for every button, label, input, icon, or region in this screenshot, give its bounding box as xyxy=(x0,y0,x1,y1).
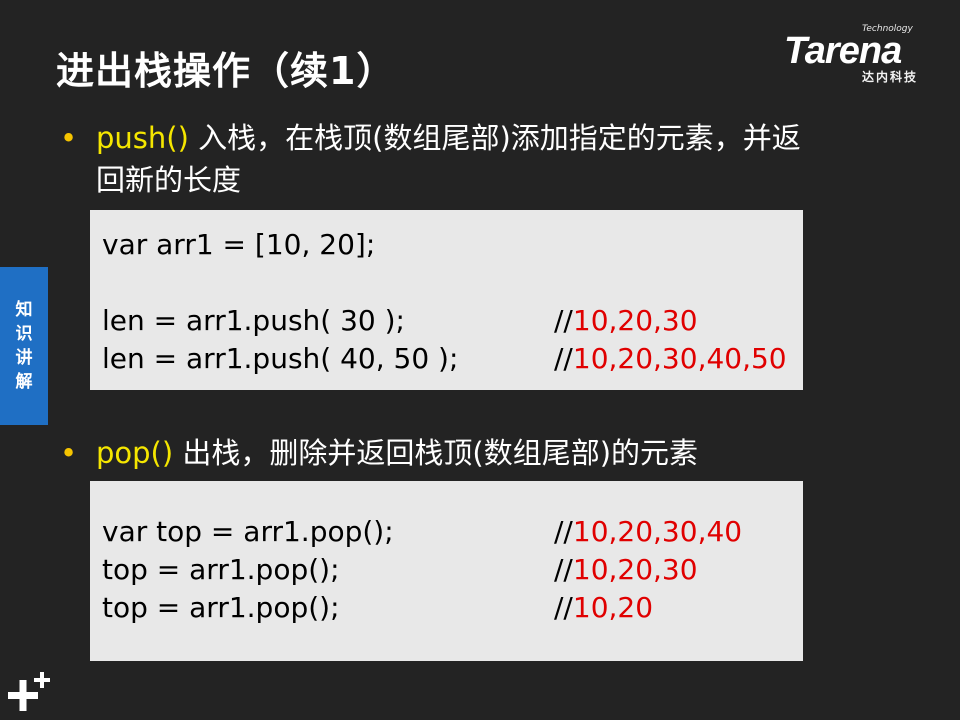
comment-prefix: // xyxy=(554,515,573,548)
comment-value: 10,20 xyxy=(572,591,654,624)
logo-cn-text: 达内科技 xyxy=(862,70,919,84)
code-comment: //10,20,30,40,50 xyxy=(554,340,787,378)
comment-value: 10,20,30,40,50 xyxy=(572,342,787,375)
bullet-pop-text: 出栈，删除并返回栈顶(数组尾部)的元素 xyxy=(173,436,699,470)
code-line: top = arr1.pop(); //10,20 xyxy=(102,589,653,627)
comment-prefix: // xyxy=(554,304,573,337)
comment-value: 10,20,30 xyxy=(572,553,698,586)
code-text: var top = arr1.pop(); xyxy=(102,515,394,548)
logo-brand-text: Tarena xyxy=(784,30,902,72)
comment-prefix: // xyxy=(554,553,573,586)
side-tab-char: 知 xyxy=(15,300,33,320)
code-line: top = arr1.pop(); //10,20,30 xyxy=(102,551,698,589)
side-tab-char: 识 xyxy=(15,324,33,344)
bullet-dot-icon: • xyxy=(60,121,78,155)
comment-prefix: // xyxy=(554,591,573,624)
plus-icon xyxy=(8,672,50,711)
side-tab-char: 讲 xyxy=(15,348,33,368)
bullet-pop: • pop() 出栈，删除并返回栈顶(数组尾部)的元素 xyxy=(60,432,896,474)
code-block-pop: var top = arr1.pop();//10,20,30,40 top =… xyxy=(90,481,803,661)
code-comment: //10,20,30 xyxy=(554,551,698,589)
tarena-logo: Technology Tarena 达内科技 xyxy=(778,24,950,84)
bullet-dot-icon: • xyxy=(60,436,78,470)
code-text: top = arr1.pop(); xyxy=(102,553,340,586)
code-text: var arr1 = [10, 20]; xyxy=(102,228,376,261)
code-line: len = arr1.push( 30 ); //10,20,30 xyxy=(102,302,698,340)
slide-title: 进出栈操作（续1） xyxy=(56,49,396,93)
code-text: len = arr1.push( 30 ); xyxy=(102,304,405,337)
keyword-push: push() xyxy=(96,121,189,155)
code-text: len = arr1.push( 40, 50 ); xyxy=(102,342,459,375)
code-comment: //10,20 xyxy=(554,589,653,627)
code-block-push: var arr1 = [10, 20]; len = arr1.push( 30… xyxy=(90,210,803,390)
bullet-push-line1: push() 入栈，在栈顶(数组尾部)添加指定的元素，并返 xyxy=(96,117,896,159)
comment-prefix: // xyxy=(554,342,573,375)
side-tab-char: 解 xyxy=(15,372,33,392)
code-comment: //10,20,30,40 xyxy=(554,513,742,551)
code-text: top = arr1.pop(); xyxy=(102,591,340,624)
keyword-pop: pop() xyxy=(96,436,174,470)
comment-value: 10,20,30,40 xyxy=(572,515,743,548)
bullet-pop-line: pop() 出栈，删除并返回栈顶(数组尾部)的元素 xyxy=(96,432,896,474)
bullet-push-line2: 回新的长度 xyxy=(96,163,242,197)
code-comment: //10,20,30 xyxy=(554,302,698,340)
code-line: len = arr1.push( 40, 50 ); //10,20,30,40,… xyxy=(102,340,787,378)
code-line: var top = arr1.pop(); //10,20,30,40 xyxy=(102,513,742,551)
bullet-push-text: 入栈，在栈顶(数组尾部)添加指定的元素，并返 xyxy=(188,121,801,155)
code-line: var arr1 = [10, 20]; xyxy=(102,226,375,264)
bullet-push: • push() 入栈，在栈顶(数组尾部)添加指定的元素，并返 回新的长度 xyxy=(60,117,896,201)
knowledge-tab[interactable]: 知 识 讲 解 xyxy=(0,267,48,425)
comment-value: 10,20,30 xyxy=(572,304,698,337)
